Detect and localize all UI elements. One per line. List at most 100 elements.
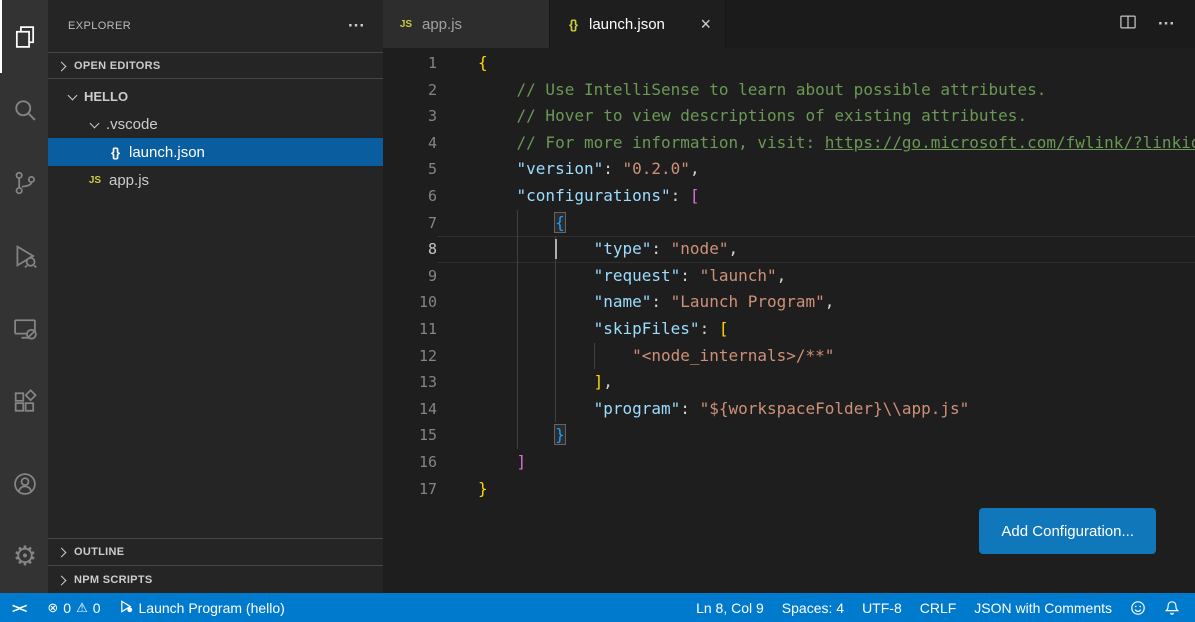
notifications-bell-icon[interactable] [1155,593,1189,622]
code-line-14[interactable]: 14 "program": "${workspaceFolder}\\app.j… [383,396,1195,423]
code-editor[interactable]: 1{2 // Use IntelliSense to learn about p… [383,48,1195,593]
tab-bar-tabs: JSapp.js{}launch.json× [383,0,726,48]
status-eol[interactable]: CRLF [911,593,966,622]
line-content: "request": "launch", [437,263,1195,290]
activity-bar: ⚙ [0,0,48,593]
code-line-16[interactable]: 16 ] [383,449,1195,476]
indent-guide [555,343,556,370]
code-lines: 1{2 // Use IntelliSense to learn about p… [383,50,1195,502]
activity-bar-spacer [0,438,48,447]
tree-item-label: HELLO [84,89,128,104]
sidebar-explorer: EXPLORER ··· OPEN EDITORS HELLO.vscode{}… [48,0,383,593]
code-line-6[interactable]: 6 "configurations": [ [383,183,1195,210]
code-line-17[interactable]: 17} [383,476,1195,503]
activity-item-remote-explorer[interactable] [0,292,48,365]
code-line-5[interactable]: 5 "version": "0.2.0", [383,156,1195,183]
remote-indicator[interactable]: >< [0,593,38,622]
sidebar-bottom-sections: OUTLINE NPM SCRIPTS [48,538,383,593]
section-npm-scripts[interactable]: NPM SCRIPTS [48,565,383,593]
line-number: 16 [383,449,437,476]
error-icon: ⊗ [47,600,58,616]
line-content: "configurations": [ [437,183,1195,210]
more-actions-icon[interactable]: ··· [348,16,365,36]
line-number: 17 [383,476,437,503]
status-indentation[interactable]: Spaces: 4 [773,593,853,622]
tree-item-.vscode[interactable]: .vscode [48,110,383,138]
code-line-4[interactable]: 4 // For more information, visit: https:… [383,130,1195,157]
code-line-3[interactable]: 3 // Hover to view descriptions of exist… [383,103,1195,130]
files-icon [11,23,39,51]
indent-guide [517,263,518,290]
activity-item-explorer[interactable] [0,0,48,73]
tab-app.js[interactable]: JSapp.js [383,0,550,48]
code-line-12[interactable]: 12 "<node_internals>/**" [383,343,1195,370]
line-number: 7 [383,210,437,237]
tree-item-launch.json[interactable]: {}launch.json [48,138,383,166]
indent-guide [555,396,556,423]
line-number: 6 [383,183,437,210]
tab-bar: JSapp.js{}launch.json× ··· [383,0,1195,48]
tab-label: app.js [422,16,462,33]
activity-item-extensions[interactable] [0,365,48,438]
line-content: "version": "0.2.0", [437,156,1195,183]
line-content: } [437,476,1195,503]
remote-icon: >< [12,600,26,616]
problems-status[interactable]: ⊗ 0 ⚠ 0 [38,593,109,622]
activity-item-source-control[interactable] [0,146,48,219]
line-content: // Hover to view descriptions of existin… [437,103,1195,130]
tree-item-app.js[interactable]: JSapp.js [48,166,383,194]
split-editor-icon[interactable] [1118,12,1138,37]
tree-item-HELLO[interactable]: HELLO [48,82,383,110]
activity-item-settings[interactable]: ⚙ [0,520,48,593]
activity-item-run-and-debug[interactable] [0,219,48,292]
line-content: ] [437,449,1195,476]
code-line-15[interactable]: 15 } [383,422,1195,449]
line-number: 1 [383,50,437,77]
code-line-8[interactable]: 8 "type": "node", [383,236,1195,263]
debug-status[interactable]: Launch Program (hello) [110,593,294,622]
editor-more-actions-icon[interactable]: ··· [1158,14,1175,34]
line-number: 2 [383,77,437,104]
tree-item-label: app.js [109,172,149,189]
indent-guide [517,289,518,316]
line-content: "type": "node", [437,236,1195,263]
close-tab-icon[interactable]: × [692,14,711,35]
activity-item-search[interactable] [0,73,48,146]
gear-icon: ⚙ [13,543,37,570]
code-line-13[interactable]: 13 ], [383,369,1195,396]
line-content: { [437,210,1195,237]
run-debug-icon [11,242,39,270]
status-cursor-position[interactable]: Ln 8, Col 9 [687,593,773,622]
account-icon [11,470,39,498]
tab-launch.json[interactable]: {}launch.json× [550,0,726,48]
code-line-2[interactable]: 2 // Use IntelliSense to learn about pos… [383,77,1195,104]
code-line-10[interactable]: 10 "name": "Launch Program", [383,289,1195,316]
section-open-editors[interactable]: OPEN EDITORS [48,52,383,79]
indent-guide [517,236,518,263]
status-encoding[interactable]: UTF-8 [853,593,911,622]
activity-item-accounts[interactable] [0,447,48,520]
line-number: 5 [383,156,437,183]
status-language-mode[interactable]: JSON with Comments [965,593,1121,622]
indent-guide [555,289,556,316]
add-configuration-button[interactable]: Add Configuration... [979,508,1156,554]
line-content: // Use IntelliSense to learn about possi… [437,77,1195,104]
code-line-9[interactable]: 9 "request": "launch", [383,263,1195,290]
line-number: 14 [383,396,437,423]
indent-guide [517,369,518,396]
section-outline[interactable]: OUTLINE [48,538,383,565]
indent-guide [555,316,556,343]
line-content: "<node_internals>/**" [437,343,1195,370]
line-number: 3 [383,103,437,130]
line-number: 10 [383,289,437,316]
line-content: { [437,50,1195,77]
status-bar-right: Ln 8, Col 9Spaces: 4UTF-8CRLFJSON with C… [687,593,1195,622]
feedback-icon[interactable] [1121,593,1155,622]
chevron-right-icon [54,58,70,74]
line-content: ], [437,369,1195,396]
code-line-11[interactable]: 11 "skipFiles": [ [383,316,1195,343]
code-line-7[interactable]: 7 { [383,210,1195,237]
tree-item-label: .vscode [106,116,158,133]
code-line-1[interactable]: 1{ [383,50,1195,77]
line-number: 13 [383,369,437,396]
